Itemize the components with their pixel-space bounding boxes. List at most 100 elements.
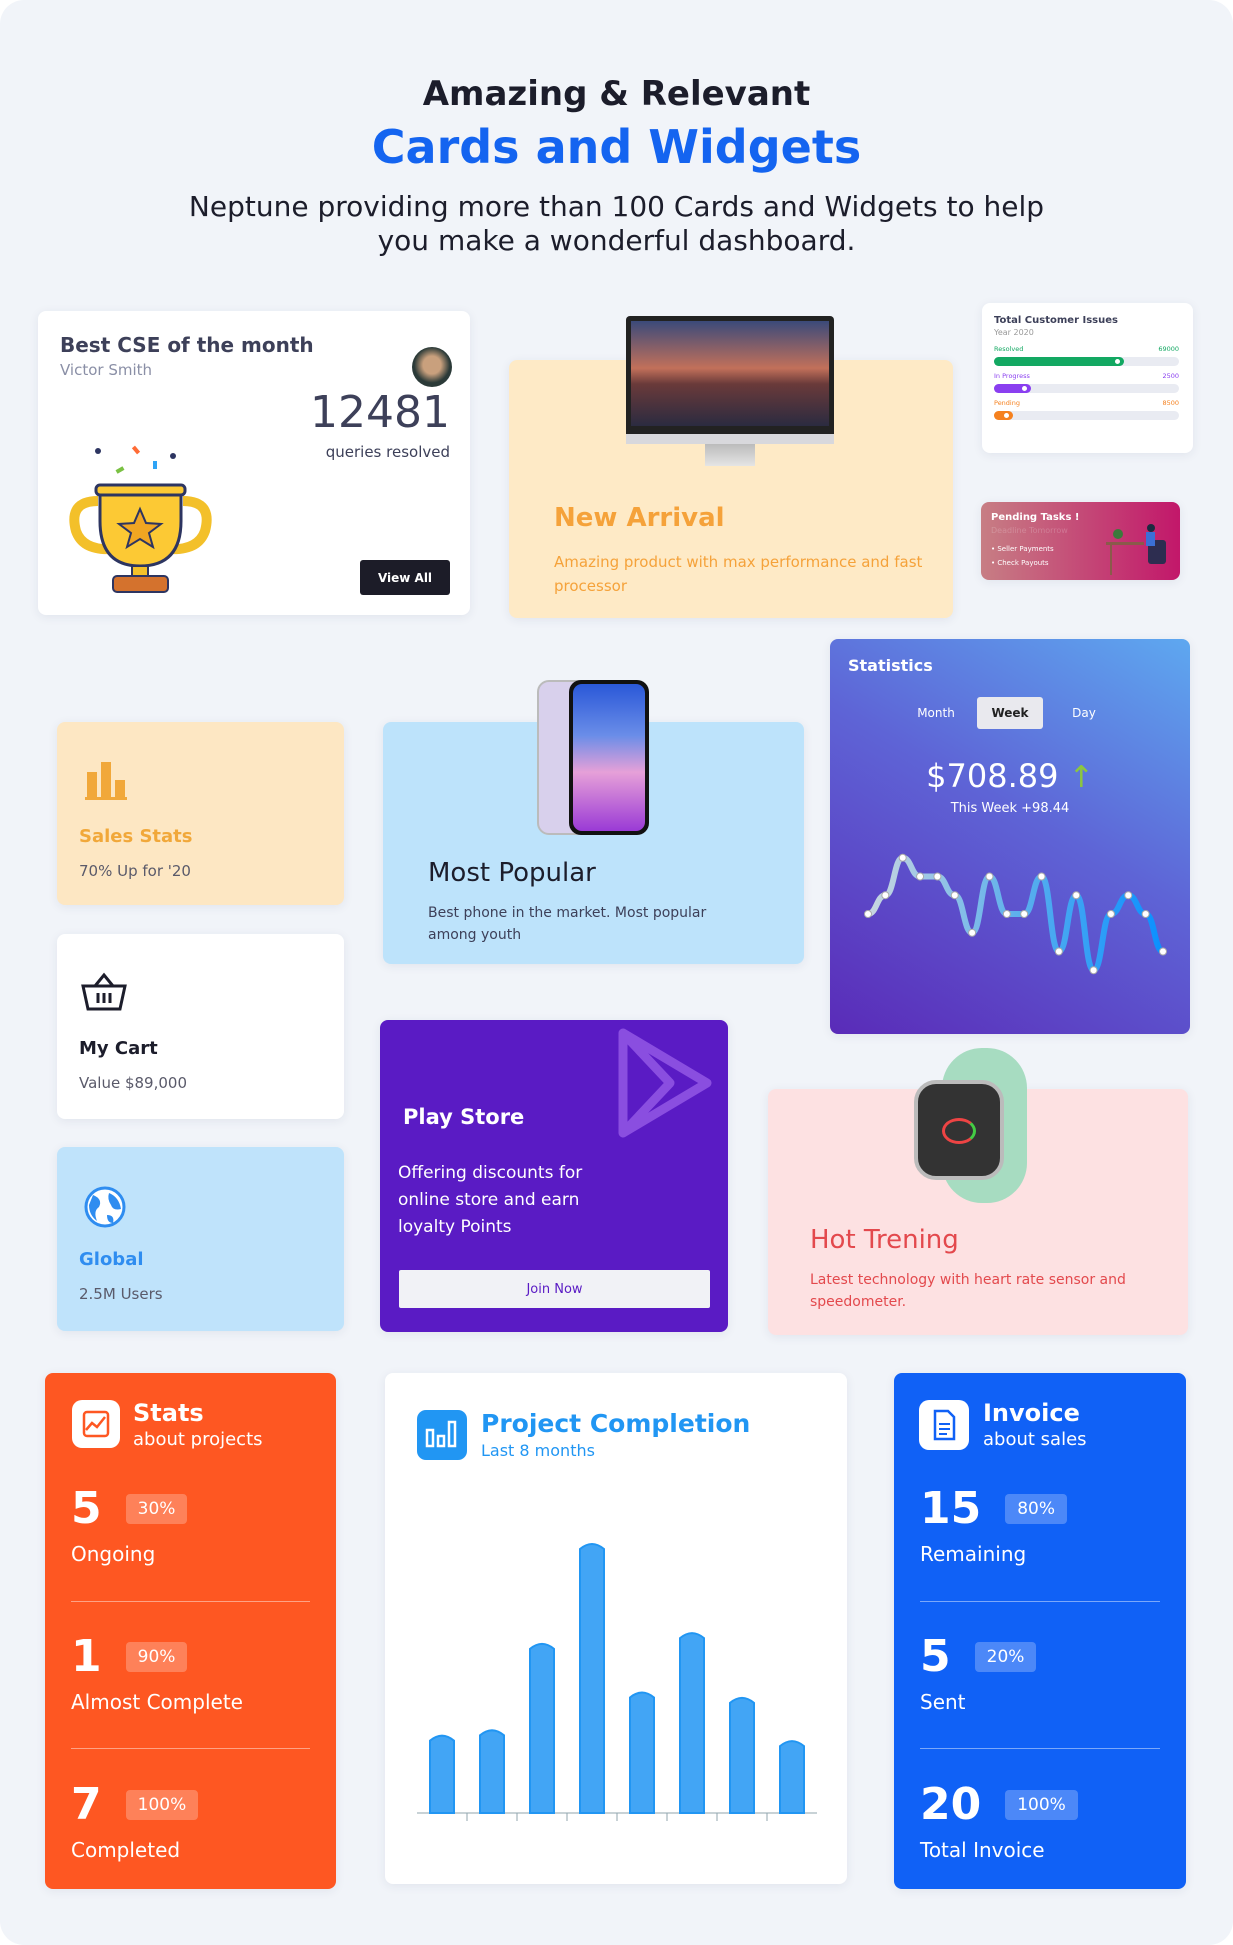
card-subtitle: Deadline Tomorrow [991, 526, 1068, 535]
progress-fill [994, 357, 1124, 366]
tab-week[interactable]: Week [977, 697, 1043, 729]
data-point [1106, 910, 1115, 918]
stat-value: 5 [71, 1483, 102, 1534]
issue-value: 2500 [1162, 372, 1179, 380]
bar-chart-icon [417, 1410, 467, 1460]
card-description: Best phone in the market. Most popular a… [428, 905, 707, 943]
stats-projects-card: Stats about projects 5 30% Ongoing 1 90% Alm… [45, 1373, 336, 1889]
view-all-button[interactable]: View All [360, 560, 450, 595]
data-point [1124, 891, 1133, 900]
stat-value: 1 [71, 1631, 102, 1682]
invoice-card: Invoice about sales 15 80% Remaining 5 20% S… [894, 1373, 1186, 1889]
chart-icon [72, 1400, 120, 1448]
new-arrival-card: New Arrival Amazing product with max per… [509, 316, 953, 618]
card-description: Amazing product with max performance and… [554, 553, 923, 595]
tab-month[interactable]: Month [905, 697, 967, 729]
data-point [1141, 910, 1150, 918]
global-card: Global 2.5M Users [57, 1147, 344, 1331]
card-title: Pending Tasks ! [991, 512, 1080, 523]
card-subtitle: 70% Up for '20 [79, 862, 191, 880]
card-subtitle: Value $89,000 [79, 1074, 187, 1092]
bar [429, 1734, 455, 1814]
data-point [1020, 910, 1029, 918]
stat-label: Almost Complete [71, 1690, 243, 1714]
employee-name: Victor Smith [60, 361, 153, 379]
card-title: Play Store [403, 1105, 525, 1129]
statistics-change: This Week +98.44 [950, 801, 1070, 816]
person-at-desk-illustration [1106, 524, 1166, 575]
subtitle-line: Neptune providing more than 100 Cards an… [188, 190, 1045, 223]
data-point [933, 872, 942, 881]
avatar [412, 347, 452, 387]
data-point [864, 910, 872, 918]
card-title: Invoice [983, 1399, 1080, 1427]
data-point [1054, 947, 1063, 956]
issue-row: In Progress 2500 [994, 372, 1179, 393]
progress-knob [1112, 357, 1122, 366]
progress-knob [1001, 411, 1011, 420]
data-point [1089, 966, 1098, 975]
my-cart-card: My Cart Value $89,000 [57, 934, 344, 1119]
card-title: Hot Trening [810, 1225, 959, 1255]
divider [920, 1601, 1160, 1602]
issue-progress-bar [994, 384, 1179, 393]
join-now-button[interactable]: Join Now [399, 1270, 710, 1308]
invoice-badge: 20% [974, 1641, 1037, 1672]
issue-value: 69000 [1158, 345, 1179, 353]
divider [71, 1748, 310, 1749]
trophy-icon [69, 445, 212, 593]
issue-value: 8500 [1162, 399, 1179, 407]
invoice-label: Sent [920, 1690, 966, 1714]
chart-title: Project Completion [481, 1409, 751, 1438]
task-label: Check Payouts [997, 559, 1049, 567]
stat-row: 7 100% Completed [71, 1779, 199, 1862]
bar [779, 1740, 805, 1814]
globe-icon [84, 1186, 126, 1228]
basket-icon [81, 972, 127, 1011]
card-title: Global [79, 1249, 144, 1270]
task-item: • Check Payouts [991, 559, 1049, 567]
page-title: Cards and Widgets [371, 120, 862, 174]
bar [579, 1543, 605, 1814]
best-cse-card: Best CSE of the month Victor Smith 12481… [38, 311, 470, 615]
stat-badge: 100% [125, 1789, 199, 1820]
page: Amazing & Relevant Cards and Widgets Nep… [0, 0, 1233, 1945]
stat-value: 7 [71, 1779, 102, 1830]
card-subtitle: 2.5M Users [79, 1285, 163, 1303]
card-subtitle: Year 2020 [994, 328, 1034, 337]
tab-day[interactable]: Day [1053, 697, 1115, 729]
queries-label: queries resolved [325, 443, 450, 461]
smartwatch-image [912, 1048, 1043, 1203]
card-title: Statistics [848, 656, 933, 675]
subtitle-line: you make a wonderful dashboard. [377, 224, 856, 257]
statistics-amount: $708.89 [926, 757, 1059, 795]
invoice-row: 20 100% Total Invoice [920, 1779, 1078, 1862]
card-title: Most Popular [428, 858, 596, 888]
data-point [1037, 872, 1046, 881]
bar [679, 1632, 705, 1814]
data-point [985, 872, 994, 881]
invoice-value: 15 [920, 1483, 982, 1534]
project-completion-card: Project Completion Last 8 months [385, 1373, 847, 1884]
most-popular-card: Most Popular Best phone in the market. M… [383, 680, 804, 964]
card-description: Latest technology with heart rate sensor… [810, 1272, 1126, 1310]
pending-tasks-card: Pending Tasks ! Deadline Tomorrow • Sell… [981, 502, 1180, 580]
issue-label: Pending [994, 399, 1020, 407]
invoice-row: 15 80% Remaining [920, 1483, 1068, 1566]
arrow-up-icon: ↑ [1068, 760, 1094, 795]
issue-row: Pending 8500 [994, 399, 1179, 420]
task-item: • Seller Payments [991, 545, 1054, 553]
play-store-card: Play Store Offering discounts for online… [380, 1020, 728, 1332]
statistics-line-chart [864, 853, 1167, 975]
statistics-card: Statistics Month Week Day $708.89 ↑ This… [830, 639, 1190, 1034]
issue-label: Resolved [994, 345, 1024, 353]
progress-knob [1020, 384, 1029, 393]
invoice-label: Total Invoice [920, 1838, 1045, 1862]
phone-image [537, 680, 649, 835]
data-point [950, 891, 959, 900]
bar-chart-icon [85, 762, 127, 800]
data-point [1159, 947, 1167, 956]
card-title: Best CSE of the month [60, 333, 314, 357]
card-title: My Cart [79, 1038, 158, 1059]
invoice-row: 5 20% Sent [920, 1631, 1037, 1714]
